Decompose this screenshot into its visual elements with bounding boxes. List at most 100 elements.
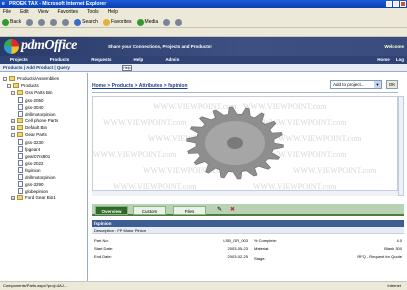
tab-files[interactable]: Files <box>173 206 206 215</box>
logo-text: pdmOffice <box>21 38 77 53</box>
tree-item[interactable]: drillmotorpinion <box>18 174 56 180</box>
watermark-text: WWW.VIEWPOINT.com <box>263 118 347 127</box>
refresh-button[interactable] <box>50 18 58 26</box>
document-icon <box>18 97 23 103</box>
tree-item[interactable]: drillmotorpinion <box>18 111 56 117</box>
document-icon <box>18 160 23 166</box>
tree-item[interactable]: gear07rs801 <box>18 153 50 159</box>
ie-icon: e <box>2 1 5 7</box>
watermark-text: WWW.VIEWPOINT.com <box>293 166 377 175</box>
vertical-scrollbar[interactable] <box>398 96 404 196</box>
document-icon <box>18 146 23 152</box>
pencil-icon[interactable]: ✎ <box>216 207 223 214</box>
tree-item[interactable]: fpgear4 <box>18 146 40 152</box>
tree-item[interactable]: gss-2022 <box>18 160 44 166</box>
expand-icon[interactable]: + <box>11 195 15 200</box>
address-bar[interactable] <box>0 28 407 37</box>
expand-icon[interactable]: + <box>11 125 15 130</box>
help-button[interactable]: Help <box>122 65 132 71</box>
tab-overview[interactable]: Overview <box>95 206 128 215</box>
menu-favorites[interactable]: Favorites <box>57 8 78 17</box>
status-text: Components/Parts.aspx?proj=4AJ... <box>3 283 68 288</box>
collapse-icon[interactable]: - <box>3 76 7 81</box>
history-button[interactable] <box>163 18 171 26</box>
project-select[interactable]: Add to project... ▼ <box>330 80 382 89</box>
ok-button[interactable]: OK <box>386 80 398 89</box>
tree-gear-bin[interactable]: - Gear Parts <box>11 132 47 137</box>
menu-help[interactable]: Help <box>108 8 118 17</box>
chevron-down-icon[interactable]: ▼ <box>374 81 381 88</box>
document-icon <box>18 153 23 159</box>
delete-icon[interactable]: ✖ <box>229 207 236 214</box>
sub-nav-links[interactable]: Products | Add Product | Query <box>3 65 70 70</box>
minimize-button[interactable] <box>386 1 392 7</box>
divider <box>92 92 398 93</box>
tree-cell-bin[interactable]: + Cell phone Parts <box>11 118 58 123</box>
search-button[interactable]: Search <box>74 18 98 26</box>
document-icon <box>18 104 23 110</box>
start-date-label: Start Date: <box>94 246 114 251</box>
watermark-text: WWW.VIEWPOINT.com <box>93 150 177 159</box>
tree-item[interactable]: globepinion <box>18 188 48 194</box>
back-arrow-icon <box>2 18 9 26</box>
mail-icon <box>175 18 183 26</box>
maximize-button[interactable] <box>393 1 399 7</box>
favorites-button[interactable]: Favorites <box>102 18 132 26</box>
expand-icon[interactable]: + <box>11 118 15 123</box>
info-title: fspinion <box>92 220 404 227</box>
start-date-value: 2003-05-23 <box>227 246 248 251</box>
breadcrumb[interactable]: Home > Products > Attributes > fspinion <box>92 83 188 89</box>
back-button[interactable]: Back <box>2 18 21 26</box>
tree-item[interactable]: fspinion <box>18 167 41 173</box>
tree-ford-bin[interactable]: + Ford Gear Bin1 <box>11 195 56 200</box>
document-icon <box>18 111 23 117</box>
document-icon <box>18 139 23 145</box>
window-title: PROEK TAX - Microsoft Internet Explorer <box>9 1 107 7</box>
media-button[interactable]: Media <box>136 18 158 26</box>
security-zone: Internet <box>387 283 401 288</box>
folder-icon <box>13 83 19 88</box>
close-button[interactable] <box>400 1 406 7</box>
mail-button[interactable] <box>175 18 183 26</box>
complete-label: % Complete: <box>254 238 277 243</box>
tree-default-bin[interactable]: + Default Bin <box>11 125 47 130</box>
tree-item[interactable]: gss-3040 <box>18 104 44 110</box>
tree-item[interactable]: gss-3230 <box>18 139 44 145</box>
nav-admin[interactable]: Admin <box>165 56 179 64</box>
tab-custom[interactable]: Custom <box>133 206 166 215</box>
nav-help[interactable]: Help <box>134 56 144 64</box>
menu-file[interactable]: File <box>3 8 11 17</box>
nav-products[interactable]: Products <box>50 56 70 64</box>
collapse-icon[interactable]: - <box>11 132 15 137</box>
nav-home[interactable]: Home <box>377 56 390 64</box>
horizontal-scrollbar[interactable] <box>92 190 398 196</box>
home-button[interactable] <box>62 18 70 26</box>
stop-icon <box>38 18 46 26</box>
complete-value: 4.0 <box>396 238 402 243</box>
tree-gss-bin[interactable]: - Gss Parts Bin <box>11 90 53 95</box>
collapse-icon[interactable]: - <box>7 83 11 88</box>
document-icon <box>18 188 23 194</box>
sub-nav: Products | Add Product | Query Help <box>0 64 407 72</box>
nav-right: Home Log <box>377 56 404 64</box>
document-icon <box>18 174 23 180</box>
forward-button[interactable] <box>26 18 34 26</box>
nav-log[interactable]: Log <box>396 56 404 64</box>
stop-button[interactable] <box>38 18 46 26</box>
part-no-value: LSB_GR_003 <box>223 238 248 243</box>
nav-projects[interactable]: Projects <box>10 56 28 64</box>
collapse-icon[interactable]: - <box>11 90 15 95</box>
logo: pdmOffice <box>4 38 77 56</box>
tree-root[interactable]: - Products/Assemblies <box>3 76 59 81</box>
menu-view[interactable]: View <box>38 8 49 17</box>
search-icon <box>74 18 82 26</box>
nav-requests[interactable]: Requests <box>91 56 111 64</box>
history-icon <box>163 18 171 26</box>
menu-edit[interactable]: Edit <box>20 8 29 17</box>
menu-tools[interactable]: Tools <box>87 8 99 17</box>
product-tree: - Products/Assemblies - Products - Gss Part… <box>0 73 88 281</box>
tree-item[interactable]: gss-2050 <box>18 97 44 103</box>
tree-products[interactable]: - Products <box>7 83 39 88</box>
model-viewer[interactable]: WWW.VIEWPOINT.com WWW.VIEWPOINT.com WWW.… <box>92 96 398 196</box>
tree-item[interactable]: gss-3290 <box>18 181 44 187</box>
